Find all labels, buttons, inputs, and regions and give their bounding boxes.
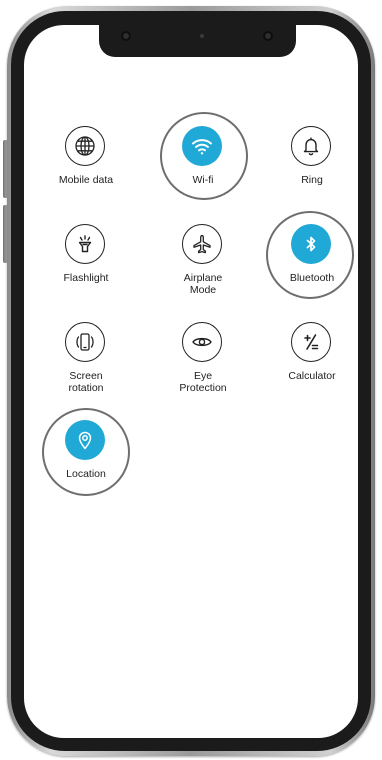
tile-label: Eye Protection xyxy=(179,370,227,394)
calculator-icon xyxy=(291,322,331,362)
tile-calculator[interactable]: Calculator xyxy=(265,322,359,416)
tile-ring[interactable]: Ring xyxy=(265,126,359,220)
tile-label: Wi-fi xyxy=(192,174,214,186)
globe-icon xyxy=(65,126,105,166)
tile-airplane-mode[interactable]: Airplane Mode xyxy=(156,224,250,318)
tile-location[interactable]: Location xyxy=(39,420,133,514)
tile-flashlight[interactable]: Flashlight xyxy=(39,224,133,318)
tile-screen-rotation[interactable]: Screen rotation xyxy=(39,322,133,416)
tile-label: Mobile data xyxy=(58,174,114,186)
notch xyxy=(99,17,296,57)
eye-icon xyxy=(182,322,222,362)
tile-mobile-data[interactable]: Mobile data xyxy=(39,126,133,220)
tile-label: Bluetooth xyxy=(289,272,335,284)
screen-rotation-icon xyxy=(65,322,105,362)
phone-mockup: Mobile data Wi-fi Ring Flashlight Airpla… xyxy=(0,0,382,760)
flashlight-icon xyxy=(65,224,105,264)
wifi-icon xyxy=(182,126,222,166)
tile-label: Location xyxy=(66,468,106,480)
face-sensor xyxy=(263,31,273,41)
proximity-sensor xyxy=(200,34,204,38)
airplane-icon xyxy=(182,224,222,264)
bell-icon xyxy=(291,126,331,166)
bluetooth-icon xyxy=(291,224,331,264)
tile-label: Airplane Mode xyxy=(183,272,223,296)
front-camera xyxy=(121,31,131,41)
tile-label: Ring xyxy=(301,174,323,186)
tile-label: Screen rotation xyxy=(68,370,104,394)
tile-wifi[interactable]: Wi-fi xyxy=(156,126,250,220)
location-pin-icon xyxy=(65,420,105,460)
tile-bluetooth[interactable]: Bluetooth xyxy=(265,224,359,318)
tile-label: Calculator xyxy=(288,370,336,382)
tile-label: Flashlight xyxy=(63,272,109,284)
tile-eye-protection[interactable]: Eye Protection xyxy=(156,322,250,416)
